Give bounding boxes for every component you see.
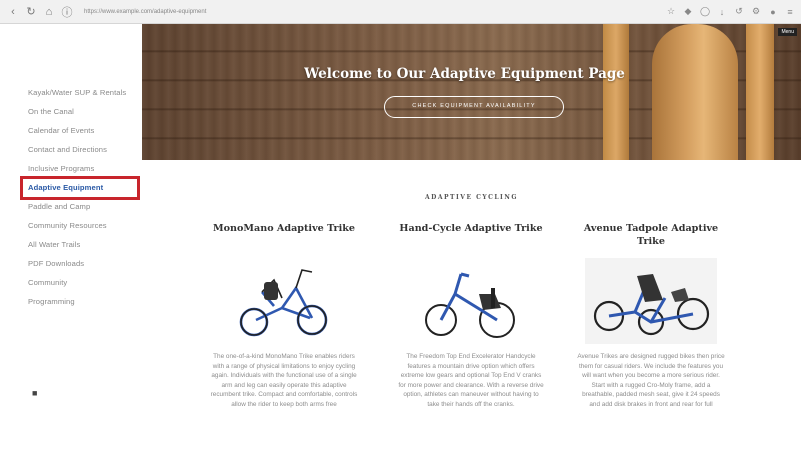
paddle-image <box>603 24 629 160</box>
product-description: The one-of-a-kind MonoMano Trike enables… <box>210 353 358 408</box>
profile-icon[interactable]: ● <box>768 7 778 17</box>
paddle-blade-image <box>652 24 738 160</box>
sync-icon[interactable]: ↺ <box>734 6 744 17</box>
extension-icon[interactable]: ◆ <box>683 6 693 17</box>
sidebar-item-community-resources[interactable]: Community Resources <box>28 221 107 230</box>
product-card-handcycle: Hand-Cycle Adaptive Trike The Freedom To… <box>391 222 551 408</box>
tadpole-trike-image[interactable] <box>585 258 717 344</box>
paddle-image <box>746 24 774 160</box>
sidebar-item-water-trails[interactable]: All Water Trails <box>28 240 80 249</box>
product-card-monomano: MonoMano Adaptive Trike The one-of-a-kin… <box>204 222 364 408</box>
home-icon[interactable]: ⌂ <box>42 5 56 19</box>
handcycle-trike-image[interactable] <box>421 258 521 344</box>
settings-icon[interactable]: ⚙ <box>751 6 761 17</box>
sidebar-item-contact[interactable]: Contact and Directions <box>28 145 107 154</box>
sidebar-item-on-the-canal[interactable]: On the Canal <box>28 107 74 116</box>
sidebar-item-pdf-downloads[interactable]: PDF Downloads <box>28 259 84 268</box>
browser-tool-icons: ☆ ◆ ◯ ↓ ↺ ⚙ ● ≡ <box>666 6 795 17</box>
menu-icon[interactable]: ≡ <box>785 7 795 17</box>
product-title[interactable]: MonoMano Adaptive Trike <box>204 222 364 250</box>
monomano-trike-image[interactable] <box>234 258 334 344</box>
download-icon[interactable]: ↓ <box>717 7 727 17</box>
product-description: The Freedom Top End Excelerator Handcycl… <box>398 353 544 408</box>
menu-toggle-button[interactable]: Menu <box>778 28 797 36</box>
hero-title: Welcome to Our Adaptive Equipment Page <box>304 66 625 82</box>
sidebar-item-kayak-rentals[interactable]: Kayak/Water SUP & Rentals <box>28 88 126 97</box>
product-card-tadpole: Avenue Tadpole Adaptive Trike Avenue Tri… <box>571 222 731 408</box>
bookmark-icon[interactable]: ☆ <box>666 6 676 17</box>
reload-icon[interactable]: ↻ <box>24 5 38 19</box>
sidebar-nav: Kayak/Water SUP & Rentals On the Canal C… <box>0 24 142 460</box>
section-heading: ADAPTIVE CYCLING <box>425 194 518 201</box>
hero-banner: Menu Welcome to Our Adaptive Equipment P… <box>142 24 801 160</box>
product-title[interactable]: Hand-Cycle Adaptive Trike <box>391 222 551 250</box>
back-icon[interactable]: ‹ <box>6 5 20 19</box>
check-availability-button[interactable]: CHECK EQUIPMENT AVAILABILITY <box>384 96 564 118</box>
browser-toolbar: ‹ ↻ ⌂ ⓘ https://www.example.com/adaptive… <box>0 0 801 24</box>
sidebar-item-adaptive-equipment[interactable]: Adaptive Equipment <box>28 183 103 192</box>
sidebar-item-community[interactable]: Community <box>28 278 67 287</box>
sidebar-item-inclusive-programs[interactable]: Inclusive Programs <box>28 164 94 173</box>
product-description: Avenue Trikes are designed rugged bikes … <box>577 353 725 408</box>
info-icon[interactable]: ⓘ <box>60 5 74 19</box>
address-bar[interactable]: https://www.example.com/adaptive-equipme… <box>84 5 514 19</box>
sidebar-item-calendar[interactable]: Calendar of Events <box>28 126 94 135</box>
shield-icon[interactable]: ◯ <box>700 6 710 17</box>
product-title[interactable]: Avenue Tadpole Adaptive Trike <box>571 222 731 250</box>
sidebar-item-paddle-camp[interactable]: Paddle and Camp <box>28 202 90 211</box>
social-icon[interactable]: ■ <box>32 388 37 398</box>
sidebar-item-programming[interactable]: Programming <box>28 297 75 306</box>
